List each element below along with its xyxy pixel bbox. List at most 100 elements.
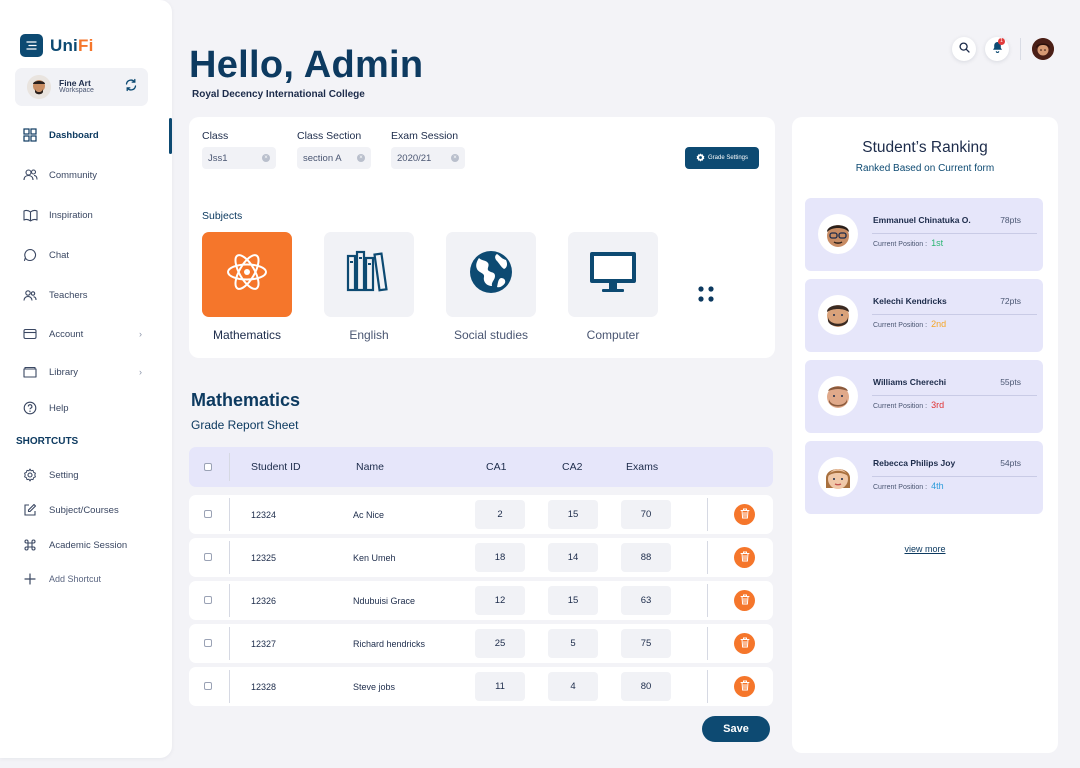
- sidebar-item-help[interactable]: Help: [22, 398, 142, 418]
- class-section-select[interactable]: section A ×: [297, 147, 371, 169]
- subject-tile: [324, 232, 414, 317]
- sidebar-item-inspiration[interactable]: Inspiration: [22, 205, 142, 225]
- report-subtitle: Grade Report Sheet: [191, 418, 299, 432]
- ranking-card[interactable]: Emmanuel Chinatuka O. 78pts Current Posi…: [805, 198, 1043, 271]
- row-checkbox[interactable]: [204, 682, 212, 690]
- ca2-input[interactable]: 14: [548, 543, 598, 572]
- sidebar-item-label: Teachers: [49, 289, 88, 301]
- card-icon: [22, 326, 38, 342]
- ca1-input[interactable]: 25: [475, 629, 525, 658]
- trash-icon: [740, 678, 750, 696]
- more-subjects-icon[interactable]: [694, 283, 718, 307]
- delete-row-button[interactable]: [734, 676, 755, 697]
- sidebar-item-community[interactable]: Community: [22, 165, 142, 185]
- student-id: 12326: [251, 596, 277, 606]
- exams-input[interactable]: 70: [621, 500, 671, 529]
- ranking-card[interactable]: Kelechi Kendricks 72pts Current Position…: [805, 279, 1043, 352]
- help-icon: [22, 400, 38, 416]
- class-label: Class: [202, 130, 229, 142]
- ca1-input[interactable]: 11: [475, 672, 525, 701]
- row-checkbox[interactable]: [204, 639, 212, 647]
- clear-icon[interactable]: ×: [357, 154, 365, 162]
- grade-settings-button[interactable]: Grade Settings: [685, 147, 759, 169]
- class-section-label: Class Section: [297, 130, 362, 142]
- position-value: 1st: [931, 238, 944, 248]
- student-points: 54pts: [1000, 458, 1021, 468]
- table-row: 12326 Ndubuisi Grace 12 15 63: [189, 581, 773, 620]
- books-icon: [345, 250, 393, 299]
- ca1-input[interactable]: 18: [475, 543, 525, 572]
- delete-row-button[interactable]: [734, 633, 755, 654]
- exams-input[interactable]: 88: [621, 543, 671, 572]
- student-points: 78pts: [1000, 215, 1021, 225]
- exams-input[interactable]: 63: [621, 586, 671, 615]
- workspace-switcher[interactable]: Fine Art Workspace: [15, 68, 148, 106]
- ca2-input[interactable]: 15: [548, 586, 598, 615]
- sidebar-item-library[interactable]: Library ›: [22, 362, 142, 382]
- current-position: Current Position :2nd: [873, 319, 947, 329]
- shortcut-academic-session[interactable]: Academic Session: [22, 535, 142, 555]
- subject-computer[interactable]: Computer: [568, 232, 658, 342]
- student-avatar: [818, 214, 858, 254]
- subject-social-studies[interactable]: Social studies: [446, 232, 536, 342]
- notifications-button[interactable]: 1: [985, 37, 1009, 61]
- ca2-input[interactable]: 5: [548, 629, 598, 658]
- column-divider: [229, 670, 230, 703]
- sidebar-item-teachers[interactable]: Teachers: [22, 285, 142, 305]
- clear-icon[interactable]: ×: [451, 154, 459, 162]
- table-header: Student ID Name CA1 CA2 Exams: [189, 447, 773, 487]
- subjects-label: Subjects: [202, 210, 243, 222]
- student-avatar: [818, 376, 858, 416]
- select-all-checkbox[interactable]: [204, 463, 212, 471]
- ca1-input[interactable]: 12: [475, 586, 525, 615]
- subject-name: Mathematics: [212, 328, 282, 342]
- search-button[interactable]: [952, 37, 976, 61]
- ca2-input[interactable]: 15: [548, 500, 598, 529]
- shortcuts-heading: SHORTCUTS: [16, 436, 79, 447]
- ranking-card[interactable]: Rebecca Philips Joy 54pts Current Positi…: [805, 441, 1043, 514]
- ranking-card[interactable]: Williams Cherechi 55pts Current Position…: [805, 360, 1043, 433]
- subject-mathematics[interactable]: Mathematics: [202, 232, 292, 342]
- monitor-icon: [588, 250, 638, 299]
- save-button[interactable]: Save: [702, 716, 770, 742]
- class-select[interactable]: Jss1 ×: [202, 147, 276, 169]
- student-name: Williams Cherechi: [873, 377, 947, 387]
- column-divider: [707, 670, 708, 703]
- shortcut-subject-courses[interactable]: Subject/Courses: [22, 500, 142, 520]
- sidebar-item-chat[interactable]: Chat: [22, 245, 142, 265]
- exams-input[interactable]: 75: [621, 629, 671, 658]
- shortcut-add[interactable]: Add Shortcut: [22, 569, 142, 589]
- sidebar-item-label: Inspiration: [49, 209, 93, 221]
- student-points: 72pts: [1000, 296, 1021, 306]
- shortcut-setting[interactable]: Setting: [22, 465, 142, 485]
- view-more-link[interactable]: view more: [792, 544, 1058, 554]
- delete-row-button[interactable]: [734, 590, 755, 611]
- current-position: Current Position :3rd: [873, 400, 945, 410]
- ca1-input[interactable]: 2: [475, 500, 525, 529]
- student-name: Steve jobs: [353, 682, 396, 692]
- trash-icon: [740, 635, 750, 653]
- notification-badge: 1: [998, 38, 1005, 45]
- position-value: 2nd: [931, 319, 947, 329]
- clear-icon[interactable]: ×: [262, 154, 270, 162]
- ranking-panel: Student’s Ranking Ranked Based on Curren…: [792, 117, 1058, 753]
- ca2-input[interactable]: 4: [548, 672, 598, 701]
- sidebar-item-dashboard[interactable]: Dashboard: [22, 125, 142, 145]
- delete-row-button[interactable]: [734, 504, 755, 525]
- row-checkbox[interactable]: [204, 596, 212, 604]
- sidebar-item-label: Help: [49, 402, 69, 414]
- delete-row-button[interactable]: [734, 547, 755, 568]
- brand-logo[interactable]: UniFi: [20, 34, 94, 57]
- sidebar: UniFi Fine Art Workspace Dashboard Commu…: [0, 0, 172, 758]
- row-checkbox[interactable]: [204, 553, 212, 561]
- subject-english[interactable]: English: [324, 232, 414, 342]
- row-checkbox[interactable]: [204, 510, 212, 518]
- exams-input[interactable]: 80: [621, 672, 671, 701]
- top-toolbar: 1: [952, 37, 1054, 61]
- sync-icon[interactable]: [124, 78, 138, 97]
- sidebar-item-account[interactable]: Account ›: [22, 324, 142, 344]
- trash-icon: [740, 592, 750, 610]
- user-avatar[interactable]: [1032, 38, 1054, 60]
- table-row: 12327 Richard hendricks 25 5 75: [189, 624, 773, 663]
- exam-session-select[interactable]: 2020/21 ×: [391, 147, 465, 169]
